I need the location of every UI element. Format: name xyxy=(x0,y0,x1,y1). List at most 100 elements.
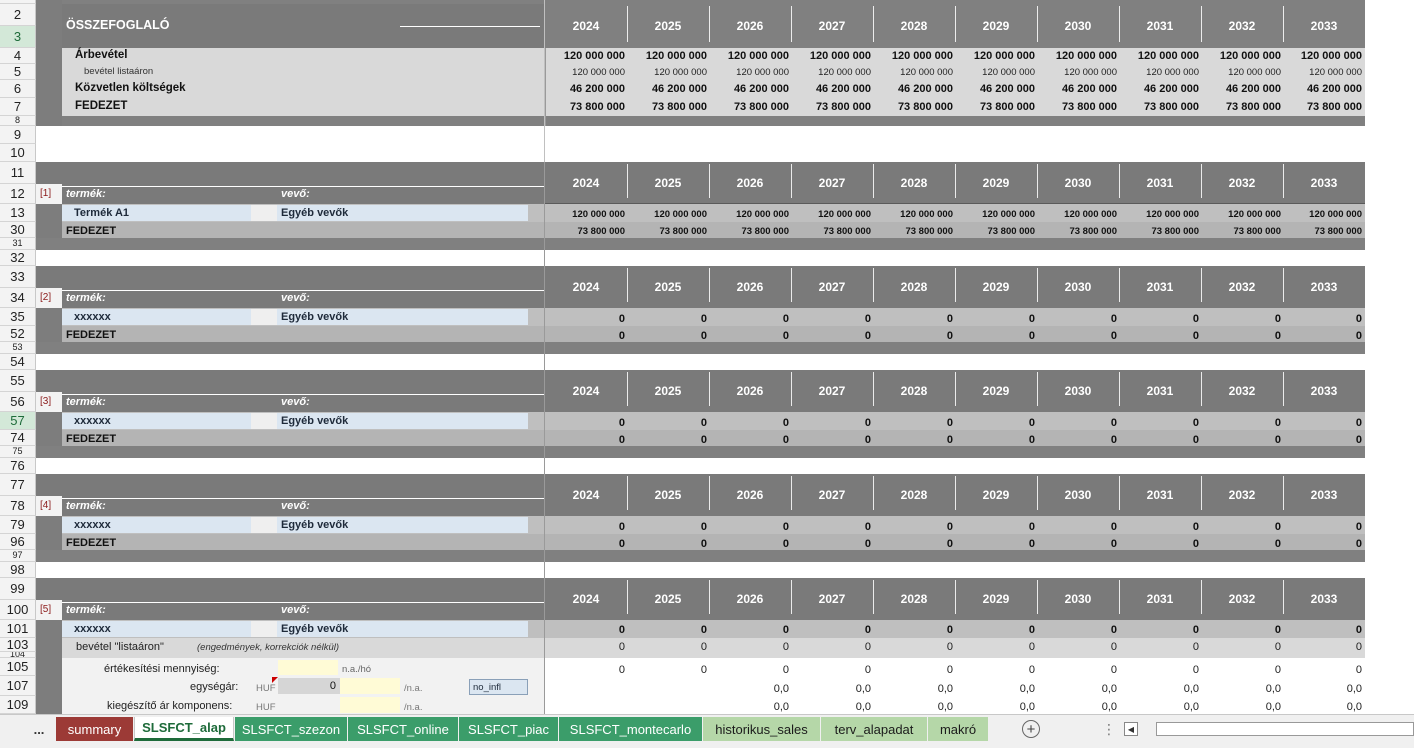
tab-bar-options-icon[interactable]: ⋮ xyxy=(1102,721,1116,738)
value-cell[interactable]: 46 200 000 xyxy=(1201,84,1281,95)
value-cell[interactable]: 73 800 000 xyxy=(1119,102,1199,113)
value-cell[interactable]: 0 xyxy=(955,642,1035,653)
value-cell[interactable]: 0 xyxy=(1201,435,1281,446)
row-header[interactable]: 75 xyxy=(0,446,36,458)
value-cell[interactable]: 0 xyxy=(791,331,871,342)
value-cell[interactable]: 46 200 000 xyxy=(791,84,871,95)
row-header[interactable]: 7 xyxy=(0,98,36,116)
value-cell[interactable]: 0 xyxy=(1282,435,1362,446)
value-cell[interactable]: 0,0 xyxy=(873,702,953,713)
value-cell[interactable]: 0 xyxy=(709,539,789,550)
value-cell[interactable]: 0 xyxy=(709,435,789,446)
value-cell[interactable]: 0 xyxy=(1282,665,1362,676)
value-cell[interactable]: 120 000 000 xyxy=(955,68,1035,78)
value-cell[interactable]: 0 xyxy=(955,331,1035,342)
value-cell[interactable]: 120 000 000 xyxy=(873,68,953,78)
product-input[interactable]: xxxxxx xyxy=(62,309,251,325)
value-cell[interactable]: 0 xyxy=(709,665,789,676)
value-cell[interactable]: 0 xyxy=(791,625,871,636)
value-cell[interactable]: 0 xyxy=(1037,539,1117,550)
value-cell[interactable]: 46 200 000 xyxy=(627,84,707,95)
row-header[interactable]: 54 xyxy=(0,354,36,370)
value-cell[interactable]: 73 800 000 xyxy=(955,102,1035,113)
value-cell[interactable]: 0,0 xyxy=(1037,684,1117,695)
value-cell[interactable]: 0 xyxy=(709,642,789,653)
value-cell[interactable]: 0 xyxy=(545,539,625,550)
value-cell[interactable]: 0 xyxy=(873,625,953,636)
value-cell[interactable]: 120 000 000 xyxy=(791,210,871,220)
horizontal-scrollbar[interactable] xyxy=(1156,722,1414,736)
value-cell[interactable]: 120 000 000 xyxy=(627,210,707,220)
value-cell[interactable]: 0,0 xyxy=(1119,684,1199,695)
value-cell[interactable]: 120 000 000 xyxy=(791,68,871,78)
value-cell[interactable]: 0 xyxy=(873,418,953,429)
value-cell[interactable]: 46 200 000 xyxy=(545,84,625,95)
row-header[interactable]: 8 xyxy=(0,116,36,126)
row-header[interactable]: 97 xyxy=(0,550,36,562)
value-cell[interactable]: 0 xyxy=(955,314,1035,325)
value-cell[interactable]: 0,0 xyxy=(709,702,789,713)
value-cell[interactable]: 0 xyxy=(627,522,707,533)
value-cell[interactable]: 120 000 000 xyxy=(791,51,871,62)
value-cell[interactable]: 46 200 000 xyxy=(1119,84,1199,95)
value-cell[interactable]: 0 xyxy=(791,642,871,653)
row-header[interactable]: 78 xyxy=(0,496,36,516)
value-cell[interactable]: 0 xyxy=(1119,642,1199,653)
row-header[interactable]: 101 xyxy=(0,620,36,638)
value-cell[interactable]: 0 xyxy=(873,665,953,676)
value-cell[interactable]: 120 000 000 xyxy=(1282,68,1362,78)
value-cell[interactable]: 0 xyxy=(791,314,871,325)
value-cell[interactable]: 0 xyxy=(873,314,953,325)
value-cell[interactable]: 0,0 xyxy=(1201,702,1281,713)
value-cell[interactable]: 73 800 000 xyxy=(873,227,953,237)
value-cell[interactable]: 0 xyxy=(545,331,625,342)
value-cell[interactable]: 0 xyxy=(873,331,953,342)
value-cell[interactable]: 0,0 xyxy=(1282,684,1362,695)
row-header[interactable]: 57 xyxy=(0,412,36,430)
value-cell[interactable]: 0 xyxy=(791,418,871,429)
value-cell[interactable]: 73 800 000 xyxy=(955,227,1035,237)
value-cell[interactable]: 0 xyxy=(545,522,625,533)
value-cell[interactable]: 0,0 xyxy=(791,684,871,695)
value-cell[interactable]: 120 000 000 xyxy=(545,51,625,62)
value-cell[interactable]: 0 xyxy=(1282,418,1362,429)
customer-input[interactable]: Egyéb vevők xyxy=(277,309,528,325)
value-cell[interactable]: 0 xyxy=(1119,665,1199,676)
value-cell[interactable]: 0 xyxy=(545,435,625,446)
value-cell[interactable]: 73 800 000 xyxy=(791,102,871,113)
row-header[interactable]: 105 xyxy=(0,658,36,676)
row-header[interactable]: 100 xyxy=(0,600,36,620)
value-cell[interactable]: 73 800 000 xyxy=(627,227,707,237)
value-cell[interactable]: 0 xyxy=(791,665,871,676)
unit-price-input[interactable]: 0 xyxy=(278,678,340,694)
value-cell[interactable]: 73 800 000 xyxy=(627,102,707,113)
value-cell[interactable]: 0 xyxy=(709,522,789,533)
row-header[interactable]: 3 xyxy=(0,26,36,48)
value-cell[interactable]: 73 800 000 xyxy=(1119,227,1199,237)
value-cell[interactable]: 0 xyxy=(791,435,871,446)
value-cell[interactable]: 0 xyxy=(627,435,707,446)
value-cell[interactable]: 0 xyxy=(1201,418,1281,429)
value-cell[interactable]: 120 000 000 xyxy=(955,210,1035,220)
value-cell[interactable]: 0 xyxy=(1282,331,1362,342)
value-cell[interactable]: 73 800 000 xyxy=(1201,102,1281,113)
value-cell[interactable]: 0 xyxy=(955,435,1035,446)
product-input[interactable]: xxxxxx xyxy=(62,621,251,637)
value-cell[interactable]: 73 800 000 xyxy=(791,227,871,237)
row-header[interactable]: 76 xyxy=(0,458,36,474)
customer-input[interactable]: Egyéb vevők xyxy=(277,517,528,533)
row-header[interactable]: 56 xyxy=(0,392,36,412)
value-cell[interactable]: 120 000 000 xyxy=(1201,68,1281,78)
value-cell[interactable]: 0 xyxy=(955,625,1035,636)
value-cell[interactable]: 0 xyxy=(709,314,789,325)
value-cell[interactable]: 73 800 000 xyxy=(709,102,789,113)
value-cell[interactable]: 120 000 000 xyxy=(1201,51,1281,62)
value-cell[interactable]: 0 xyxy=(627,314,707,325)
row-header[interactable]: 13 xyxy=(0,204,36,222)
product-input[interactable]: Termék A1 xyxy=(62,205,251,221)
value-cell[interactable]: 0 xyxy=(791,522,871,533)
sheet-tab-slsfct-piac[interactable]: SLSFCT_piac xyxy=(459,717,558,741)
supplement-input[interactable] xyxy=(340,697,400,713)
value-cell[interactable]: 0 xyxy=(955,418,1035,429)
value-cell[interactable]: 0 xyxy=(1201,314,1281,325)
